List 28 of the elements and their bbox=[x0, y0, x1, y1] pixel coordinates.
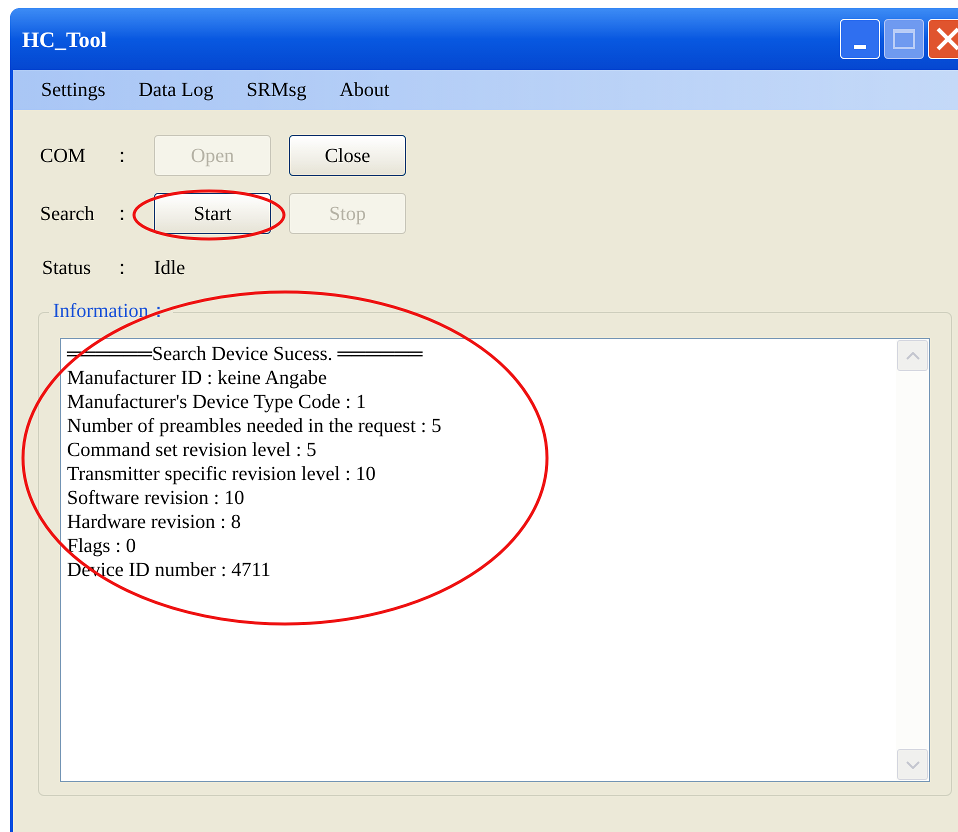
minimize-button[interactable] bbox=[840, 19, 880, 59]
status-value: Idle bbox=[154, 256, 186, 281]
info-line: Software revision : 10 bbox=[67, 486, 246, 510]
scroll-up-button[interactable] bbox=[897, 340, 928, 371]
close-button[interactable] bbox=[928, 19, 958, 59]
scrollbar[interactable] bbox=[896, 339, 929, 781]
menu-item[interactable]: SRMsg bbox=[246, 75, 306, 105]
window-title: HC_Tool bbox=[22, 26, 107, 54]
info-line: Hardware revision : 8 bbox=[67, 510, 242, 534]
colon-text: ： bbox=[112, 144, 133, 168]
field-label: COM bbox=[40, 144, 87, 168]
menu-item[interactable]: Settings bbox=[41, 75, 106, 105]
menu-item[interactable]: About bbox=[339, 75, 390, 105]
close-icon bbox=[935, 26, 958, 52]
info-line: Transmitter specific revision level : 10 bbox=[67, 462, 377, 486]
info-line: Manufacturer ID : keine Angabe bbox=[67, 366, 328, 390]
info-line: Number of preambles needed in the request : 5 bbox=[67, 414, 442, 438]
field-label: Status bbox=[42, 256, 92, 281]
info-line: Manufacturer's Device Type Code : 1 bbox=[67, 390, 367, 414]
scroll-down-button[interactable] bbox=[897, 749, 928, 780]
menu-item[interactable]: Data Log bbox=[138, 75, 214, 105]
info-line: Command set revision level : 5 bbox=[67, 438, 318, 462]
push-button[interactable]: Start bbox=[154, 193, 271, 234]
colon-text: ： bbox=[112, 202, 133, 226]
info-line: Flags : 0 bbox=[67, 534, 137, 558]
field-label: Search bbox=[40, 202, 96, 226]
colon-text: ： bbox=[112, 256, 133, 281]
push-button[interactable]: Close bbox=[289, 135, 406, 176]
